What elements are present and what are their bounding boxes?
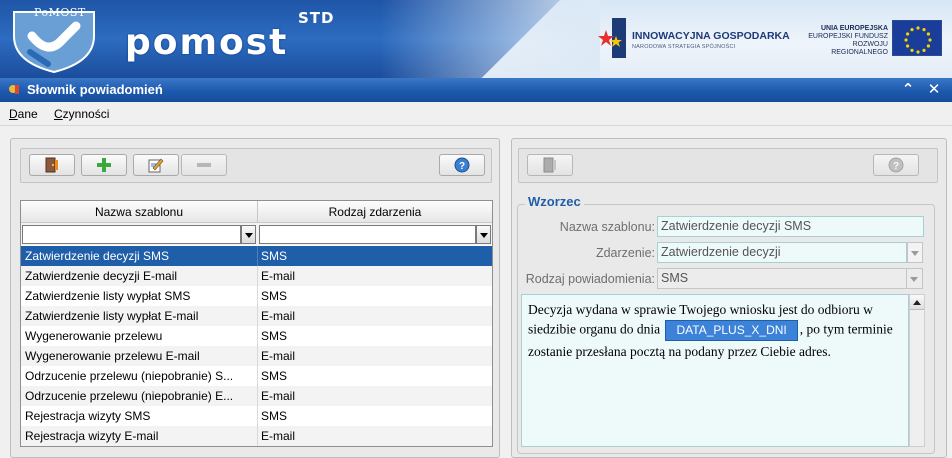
app-banner: PoMOST pomost STD INNOWACYJNA GOSPODARKA… [0,0,952,78]
edit-button[interactable] [133,154,179,176]
grid-rows: Zatwierdzenie decyzji SMS SMS Zatwierdzeni… [21,246,492,446]
cell-event-type: SMS [261,369,288,383]
cell-template-name: Rejestracja wizyty SMS [25,409,151,423]
chevron-up-icon: ⌃ [901,81,915,98]
table-row[interactable]: Odrzucenie przelewu (niepobranie) E... E-… [21,386,492,406]
editor-line-2: siedzibie organu do dnia DATA_PLUS_X_DNI… [528,319,902,342]
table-row[interactable]: Wygenerowanie przelewu SMS [21,326,492,346]
cell-event-type: E-mail [261,349,296,363]
ue-label: UNIA EUROPEJSKA EUROPEJSKI FUNDUSZ ROZWO… [798,25,888,57]
cell-template-name: Zatwierdzenie listy wypłat E-mail [25,309,199,323]
help-icon: ? [454,157,470,173]
menu-bar: Dane Czynności [0,102,952,126]
eu-flag-icon [892,20,942,56]
cell-event-type: SMS [261,409,288,423]
innowacyjna-gospodarka-logo: INNOWACYJNA GOSPODARKA NARODOWA STRATEGI… [598,16,790,62]
menu-dane[interactable]: Dane [9,107,38,121]
remove-icon [197,163,211,167]
cell-event-type: SMS [261,249,288,263]
detail-exit-button[interactable] [527,154,573,176]
editor-line-1: Decyzja wydana w sprawie Twojego wniosku… [528,302,873,317]
cell-template-name: Odrzucenie przelewu (niepobranie) E... [25,389,234,403]
ue-line-1: UNIA EUROPEJSKA [820,25,888,32]
cell-template-name: Wygenerowanie przelewu [25,329,163,343]
filter-name-dropdown[interactable] [241,225,256,244]
table-row[interactable]: Odrzucenie przelewu (niepobranie) S... SM… [21,366,492,386]
filter-row [21,223,492,245]
collapse-button[interactable]: ⌃ [898,80,918,100]
ue-line-3: ROZWOJU REGIONALNEGO [831,41,888,56]
ig-subtitle: NARODOWA STRATEGIA SPÓJNOŚCI [632,44,736,50]
help-icon: ? [888,157,904,173]
cell-template-name: Odrzucenie przelewu (niepobranie) S... [25,369,234,383]
cell-template-name: Zatwierdzenie decyzji SMS [25,249,170,263]
window-title-bar[interactable]: Słownik powiadomień ⌃ ✕ [0,78,952,102]
ig-star-icon [598,18,626,58]
window-title: Słownik powiadomień [27,82,163,97]
cell-event-type: E-mail [261,429,296,443]
table-row[interactable]: Rejestracja wizyty E-mail E-mail [21,426,492,446]
placeholder-token[interactable]: DATA_PLUS_X_DNI [665,320,798,341]
cell-event-type: E-mail [261,389,296,403]
ue-line-2: EUROPEJSKI FUNDUSZ [808,33,888,40]
cell-event-type: SMS [261,329,288,343]
column-header-name[interactable]: Nazwa szablonu [21,205,257,219]
table-row[interactable]: Zatwierdzenie decyzji SMS SMS [21,246,492,266]
add-icon [97,158,111,172]
table-row[interactable]: Zatwierdzenie listy wypłat SMS SMS [21,286,492,306]
svg-text:?: ? [893,161,899,172]
cell-template-name: Rejestracja wizyty E-mail [25,429,159,443]
notification-kind-dropdown[interactable] [907,268,923,289]
exit-button[interactable] [29,154,75,176]
close-button[interactable]: ✕ [924,80,944,100]
table-row[interactable]: Wygenerowanie przelewu E-mail E-mail [21,346,492,366]
filter-event-input[interactable] [259,225,476,244]
editor-scrollbar[interactable] [909,294,925,447]
fieldset-legend: Wzorzec [525,194,584,209]
detail-toolbar: ? [518,148,938,183]
ig-title: INNOWACYJNA GOSPODARKA [632,30,790,42]
table-row[interactable]: Zatwierdzenie decyzji E-mail E-mail [21,266,492,286]
logo-small-text: PoMOST [34,6,86,19]
logo-wordmark: pomost [125,22,289,63]
event-field[interactable]: Zatwierdzenie decyzji [657,242,907,263]
exit-icon [45,157,58,173]
close-icon: ✕ [927,81,941,98]
edit-icon [148,158,164,173]
notification-kind-label: Rodzaj powiadomienia: [525,272,655,286]
cell-template-name: Zatwierdzenie listy wypłat SMS [25,289,191,303]
template-name-label: Nazwa szablonu: [559,220,655,234]
cell-event-type: E-mail [261,309,296,323]
event-dropdown[interactable] [907,242,923,263]
detail-help-button[interactable]: ? [873,154,919,176]
remove-button[interactable] [181,154,227,176]
cell-event-type: SMS [261,289,288,303]
menu-czynnosci[interactable]: Czynności [54,107,109,121]
template-name-field[interactable]: Zatwierdzenie decyzji SMS [657,216,924,237]
exit-icon [543,157,556,173]
list-toolbar: ? [20,148,492,183]
scroll-up-arrow-icon[interactable] [910,295,924,310]
cell-template-name: Zatwierdzenie decyzji E-mail [25,269,178,283]
editor-line-3: zostanie przesłana pocztą na podany prze… [528,344,831,359]
cell-event-type: E-mail [261,269,296,283]
notification-kind-select[interactable]: SMS [657,268,907,289]
logo-std-label: STD [298,9,335,27]
template-text-editor[interactable]: Decyzja wydana w sprawie Twojego wniosku… [521,294,909,447]
table-row[interactable]: Zatwierdzenie listy wypłat E-mail E-mail [21,306,492,326]
templates-grid: Nazwa szablonu Rodzaj zdarzenia Zatwierd… [20,200,493,447]
help-button[interactable]: ? [439,154,485,176]
cell-template-name: Wygenerowanie przelewu E-mail [25,349,200,363]
filter-event-dropdown[interactable] [476,225,491,244]
event-label: Zdarzenie: [595,246,655,260]
add-button[interactable] [81,154,127,176]
filter-name-input[interactable] [22,225,241,244]
svg-text:?: ? [459,161,465,172]
table-row[interactable]: Rejestracja wizyty SMS SMS [21,406,492,426]
column-header-event[interactable]: Rodzaj zdarzenia [258,205,492,219]
app-icon [9,85,19,94]
